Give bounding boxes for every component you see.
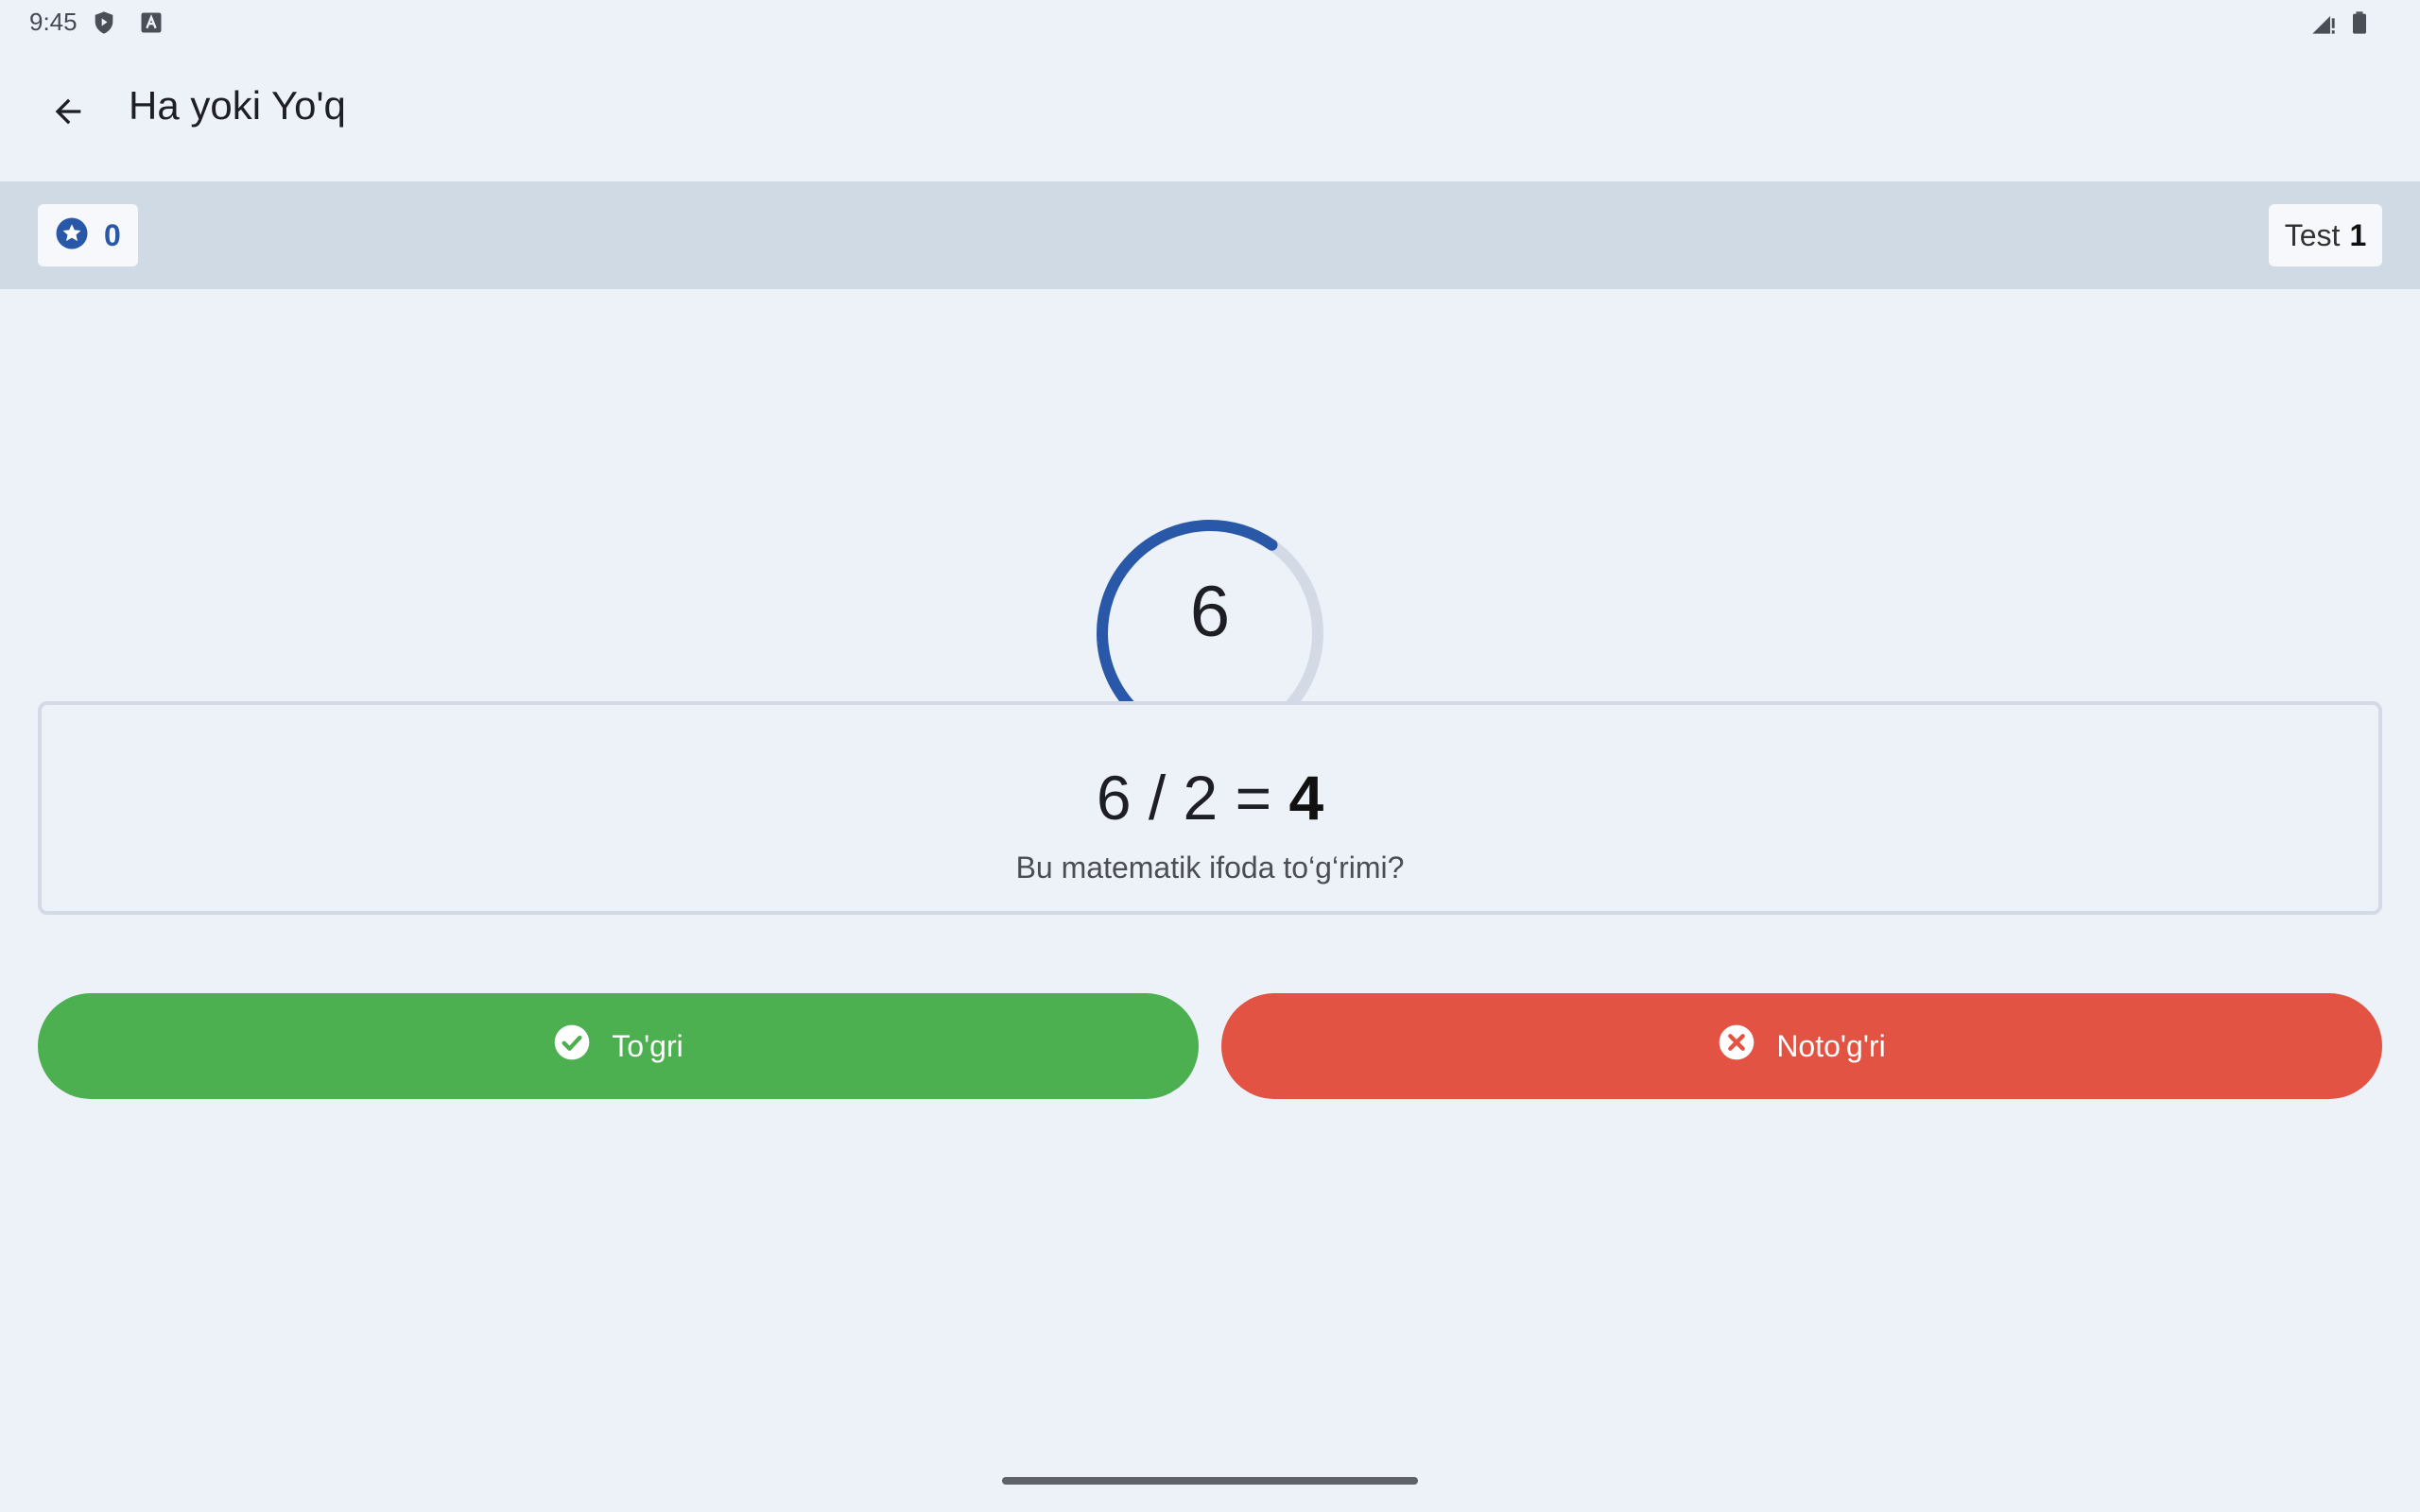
a-letter-icon — [138, 9, 164, 36]
test-chip: Test 1 — [2269, 204, 2382, 266]
check-circle-icon — [553, 1023, 591, 1069]
score-chip: 0 — [38, 204, 138, 266]
score-value: 0 — [104, 217, 121, 252]
star-circle-icon — [55, 216, 89, 255]
false-button[interactable]: Noto'g'ri — [1221, 993, 2382, 1099]
signal-icon — [2310, 9, 2337, 36]
battery-icon — [2346, 9, 2373, 36]
home-indicator[interactable] — [1002, 1477, 1418, 1485]
app-bar: Ha yoki Yo'q — [0, 45, 2420, 181]
timer-value: 6 — [1189, 572, 1231, 652]
question-prompt: Bu matematik ifoda to‘g‘rimi? — [1015, 850, 1405, 885]
expression-text: 6 / 2 = — [1096, 763, 1272, 833]
cancel-circle-icon — [1718, 1023, 1755, 1069]
test-label: Test — [2284, 217, 2341, 252]
true-button[interactable]: To'gri — [38, 993, 1199, 1099]
shield-play-icon — [91, 9, 117, 36]
status-time: 9:45 — [29, 8, 78, 36]
false-button-label: Noto'g'ri — [1776, 1028, 1886, 1063]
page-title: Ha yoki Yo'q — [129, 83, 346, 128]
arrow-back-icon — [49, 93, 87, 135]
info-strip: 0 Test 1 — [0, 181, 2420, 289]
expression-result: 4 — [1288, 763, 1324, 833]
test-number: 1 — [2349, 217, 2367, 252]
math-expression: 6 / 2 = 4 — [42, 762, 2378, 833]
back-button[interactable] — [34, 79, 102, 147]
true-button-label: To'gri — [612, 1028, 683, 1063]
question-card: 6 / 2 = 4 Bu matematik ifoda to‘g‘rimi? — [38, 701, 2382, 915]
status-bar: 9:45 — [0, 0, 2420, 45]
